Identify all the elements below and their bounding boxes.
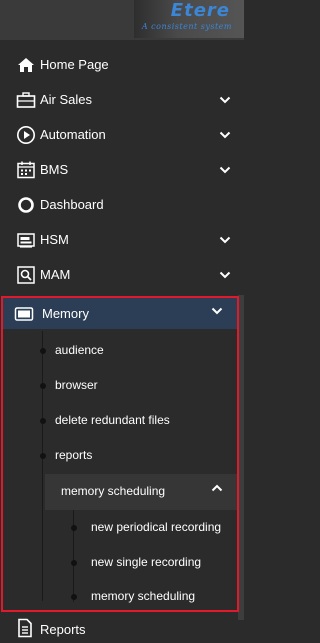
menu-item-automation[interactable]: Automation xyxy=(0,117,244,152)
submenu-item-new-single-recording[interactable]: new single recording xyxy=(3,545,237,580)
menu-item-label: MAM xyxy=(40,267,71,282)
chevron-up-icon[interactable] xyxy=(211,484,225,498)
menu-item-label: Memory xyxy=(42,306,89,321)
document-icon xyxy=(16,618,36,638)
submenu-item-label: reports xyxy=(55,448,93,462)
logo-name: Etere xyxy=(170,0,230,21)
menu-item-label: Home Page xyxy=(40,57,109,72)
menu-item-bms[interactable]: BMS xyxy=(0,152,244,187)
submenu-item-label: new periodical recording xyxy=(91,520,222,534)
chevron-down-icon[interactable] xyxy=(218,163,232,177)
menu-item-air-sales[interactable]: Air Sales xyxy=(0,82,244,117)
tree-node-dot xyxy=(40,383,46,389)
menu-item-label: BMS xyxy=(40,162,69,177)
chevron-down-icon[interactable] xyxy=(218,268,232,282)
search-file-icon xyxy=(16,265,36,285)
menu-item-label: Reports xyxy=(40,622,86,637)
briefcase-icon xyxy=(16,90,36,110)
submenu-item-audience[interactable]: audience xyxy=(3,333,237,368)
tree-node-dot xyxy=(40,453,46,459)
circle-icon xyxy=(16,195,36,215)
logo[interactable]: Etere A consistent system xyxy=(134,0,244,38)
tree-node-dot xyxy=(40,348,46,354)
tree-node-dot xyxy=(71,525,77,531)
chevron-down-icon[interactable] xyxy=(211,307,225,321)
menu-item-hsm[interactable]: HSM xyxy=(0,222,244,257)
tree-node-dot xyxy=(71,594,77,600)
menu-item-mam[interactable]: MAM xyxy=(0,257,244,292)
home-icon xyxy=(16,55,36,75)
tree-node-dot xyxy=(71,560,77,566)
submenu-item-reports[interactable]: reports xyxy=(3,438,237,473)
menu-item-reports[interactable]: Reports xyxy=(0,614,244,643)
memory-section: Memory audience browser delete redundant… xyxy=(1,296,239,612)
submenu-item-label: browser xyxy=(55,378,98,392)
storage-icon xyxy=(16,230,36,250)
submenu-item-label: memory scheduling xyxy=(91,589,196,603)
chevron-down-icon[interactable] xyxy=(218,128,232,142)
submenu-item-new-periodical-recording[interactable]: new periodical recording xyxy=(3,510,237,545)
submenu-item-label: delete redundant files xyxy=(55,413,170,427)
menu-item-home-page[interactable]: Home Page xyxy=(0,47,244,82)
submenu-item-delete-redundant-files[interactable]: delete redundant files xyxy=(3,403,237,438)
submenu-group-label: memory scheduling xyxy=(61,484,166,498)
memory-icon xyxy=(14,304,34,324)
tree-node-dot xyxy=(40,418,46,424)
menu-item-dashboard[interactable]: Dashboard xyxy=(0,187,244,222)
calendar-icon xyxy=(16,160,36,180)
menu-item-label: Automation xyxy=(40,127,106,142)
play-circle-icon xyxy=(16,125,36,145)
logo-bar: Etere A consistent system xyxy=(0,0,244,40)
submenu-item-label: audience xyxy=(55,343,104,357)
menu-item-label: Dashboard xyxy=(40,197,104,212)
submenu-item-label: new single recording xyxy=(91,555,202,569)
submenu-item-browser[interactable]: browser xyxy=(3,368,237,403)
chevron-down-icon[interactable] xyxy=(218,93,232,107)
menu-item-memory[interactable]: Memory xyxy=(3,298,237,329)
logo-tagline: A consistent system xyxy=(141,22,232,31)
chevron-down-icon[interactable] xyxy=(218,233,232,247)
menu-item-label: HSM xyxy=(40,232,69,247)
submenu-group-memory-scheduling[interactable]: memory scheduling xyxy=(45,474,237,510)
menu-item-label: Air Sales xyxy=(40,92,93,107)
submenu-item-memory-scheduling[interactable]: memory scheduling xyxy=(3,579,237,614)
sidebar-menu: Home Page Air Sales Automation BMS Dashb… xyxy=(0,47,244,292)
